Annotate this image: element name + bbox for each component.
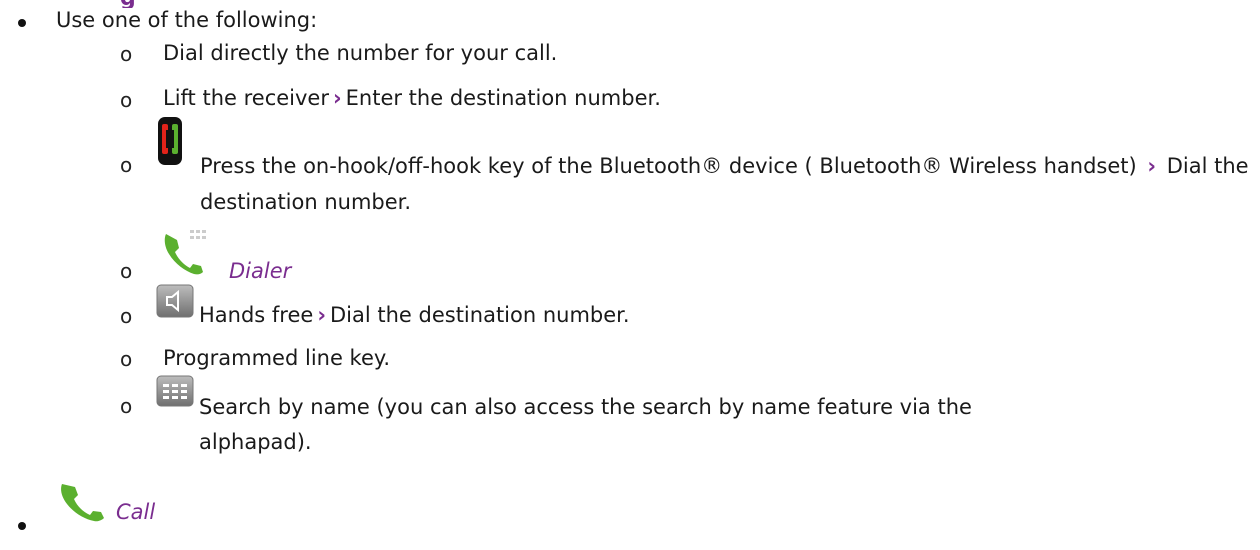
option-post-text: Dial the destination number. (329, 303, 630, 327)
separator-chevron-icon: › (1147, 154, 1157, 178)
call-phone-icon (61, 484, 104, 522)
final-item-call: Call (116, 498, 155, 526)
sub-bullet: o (120, 88, 133, 112)
bullet (18, 522, 26, 530)
speaker-key-icon (156, 284, 194, 318)
option-item-3: Press the on-hook/off-hook key of the Bl… (200, 148, 1260, 220)
option-wrap: Search by name (you can also access the … (199, 395, 972, 454)
sub-bullet: o (120, 42, 133, 66)
option-pre-text: Press the on-hook/off-hook key of the Bl… (200, 154, 1137, 178)
option-text: Dial directly the number for your call. (163, 41, 558, 65)
option-item-6: Programmed line key. (163, 344, 390, 372)
option-item-4: Dialer (229, 257, 291, 285)
list-item-intro: Use one of the following: (56, 6, 317, 34)
option-post-text: Enter the destination number. (345, 86, 661, 110)
sub-bullet: o (120, 153, 133, 177)
option-item-1: Dial directly the number for your call. (163, 39, 557, 67)
bluetooth-handset-icon (158, 117, 182, 165)
intro-text: Use one of the following: (56, 8, 318, 32)
separator-chevron-icon: › (317, 303, 326, 327)
sub-bullet: o (120, 347, 133, 371)
call-label: Call (116, 500, 156, 524)
separator-chevron-icon: › (332, 86, 342, 110)
dialer-label: Dialer (229, 259, 292, 283)
option-item-7: Search by name (you can also access the … (199, 390, 1059, 460)
option-item-5: Hands free › Dial the destination number… (199, 301, 630, 329)
option-pre-text: Lift the receiver (163, 86, 329, 110)
bullet (18, 19, 26, 27)
sub-bullet: o (120, 394, 133, 418)
sub-bullet: o (120, 259, 133, 283)
option-pre-text: Hands free (199, 303, 314, 327)
option-item-2: Lift the receiver › Enter the destinatio… (163, 84, 661, 112)
dialer-phone-icon (164, 230, 206, 275)
option-text: Programmed line key. (163, 346, 391, 370)
option-wrap: Press the on-hook/off-hook key of the Bl… (200, 148, 1260, 220)
dial-pad-key-icon (156, 375, 194, 407)
sub-bullet: o (120, 304, 133, 328)
